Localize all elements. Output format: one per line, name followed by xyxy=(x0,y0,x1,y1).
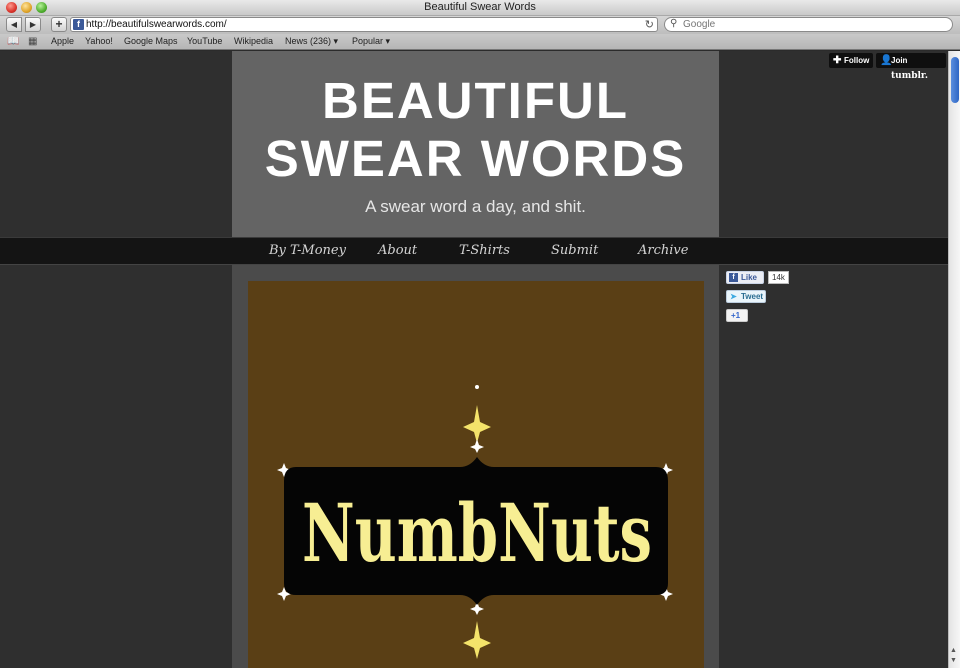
site-title-line2[interactable]: SWEAR WORDS xyxy=(232,131,719,187)
nav-by-t-money[interactable]: By T-Money xyxy=(269,243,346,258)
site-title-line1[interactable]: BEAUTIFUL xyxy=(232,73,719,129)
site-nav: By T-Money About T-Shirts Submit Archive xyxy=(0,237,948,265)
plus-icon: ✚ xyxy=(833,55,842,66)
bookmark-youtube[interactable]: YouTube xyxy=(187,36,222,46)
bookmark-apple[interactable]: Apple xyxy=(51,36,74,46)
nav-submit[interactable]: Submit xyxy=(551,243,598,258)
facebook-icon: f xyxy=(729,273,738,282)
search-input[interactable] xyxy=(683,19,943,30)
forward-button[interactable]: ▶ xyxy=(25,17,41,32)
reload-icon[interactable]: ↻ xyxy=(645,18,654,31)
follow-label: Follow xyxy=(844,56,870,65)
window-title: Beautiful Swear Words xyxy=(424,1,536,13)
top-sites-grid-icon[interactable]: ▦ xyxy=(28,36,37,47)
vertical-scrollbar[interactable]: ▲ ▼ xyxy=(948,51,960,668)
url-text: http://beautifulswearwords.com/ xyxy=(86,19,227,30)
site-header: BEAUTIFUL SWEAR WORDS A swear word a day… xyxy=(232,51,719,237)
site-tagline: A swear word a day, and shit. xyxy=(365,197,586,216)
person-icon: 👤 xyxy=(880,55,893,66)
add-bookmark-button[interactable]: + xyxy=(51,17,67,32)
nav-t-shirts[interactable]: T-Shirts xyxy=(459,243,510,258)
sign-text: NumbNuts xyxy=(302,486,652,580)
search-icon: ⚲ xyxy=(670,18,678,29)
facebook-favicon-icon: f xyxy=(73,19,84,30)
tweet-button[interactable]: ➤ Tweet xyxy=(726,290,766,303)
tumblr-brand: tumblr. xyxy=(891,71,928,81)
join-label: Join xyxy=(891,56,908,65)
address-bar[interactable]: f http://beautifulswearwords.com/ ↻ xyxy=(70,17,658,32)
bookmark-news[interactable]: News (236) ▾ xyxy=(285,36,338,47)
bookmark-google-maps[interactable]: Google Maps xyxy=(124,36,178,46)
like-label: Like xyxy=(741,273,758,282)
google-plus-one-button[interactable]: +1 xyxy=(726,309,748,322)
tweet-label: Tweet xyxy=(741,292,764,301)
twitter-bird-icon: ➤ xyxy=(730,292,737,301)
title-bar: Beautiful Swear Words xyxy=(0,0,960,16)
back-button[interactable]: ◀ xyxy=(6,17,22,32)
scroll-down-arrow-icon[interactable]: ▼ xyxy=(950,657,957,664)
browser-window: Beautiful Swear Words ◀ ▶ + f http://bea… xyxy=(0,0,960,668)
tumblr-follow-button[interactable]: ✚ Follow xyxy=(829,53,873,68)
bookmarks-bar: 📖 ▦ Apple Yahoo! Google Maps YouTube Wik… xyxy=(0,34,960,50)
bookmark-popular[interactable]: Popular ▾ xyxy=(352,36,390,47)
tumblr-join-button[interactable]: 👤 Join tumblr. xyxy=(876,53,946,81)
scrollbar-thumb[interactable] xyxy=(951,57,959,103)
scroll-up-arrow-icon[interactable]: ▲ xyxy=(950,647,957,654)
like-count: 14k xyxy=(768,271,789,284)
sparkle-top-icon xyxy=(463,385,491,453)
post-image[interactable]: NumbNuts xyxy=(248,281,704,668)
facebook-like-button[interactable]: f Like xyxy=(726,271,764,284)
bookmark-wikipedia[interactable]: Wikipedia xyxy=(234,36,273,46)
browser-toolbar: ◀ ▶ + f http://beautifulswearwords.com/ … xyxy=(0,16,960,34)
reading-list-icon[interactable]: 📖 xyxy=(7,36,19,47)
search-bar[interactable]: ⚲ xyxy=(664,17,953,32)
web-page: ✚ Follow 👤 Join tumblr. BEAUTIFUL SWEAR … xyxy=(0,51,948,668)
numbnuts-artwork: NumbNuts xyxy=(277,385,673,659)
sparkle-bottom-icon xyxy=(463,601,491,659)
nav-about[interactable]: About xyxy=(378,243,417,258)
nav-archive[interactable]: Archive xyxy=(638,243,688,258)
bookmark-yahoo[interactable]: Yahoo! xyxy=(85,36,113,46)
